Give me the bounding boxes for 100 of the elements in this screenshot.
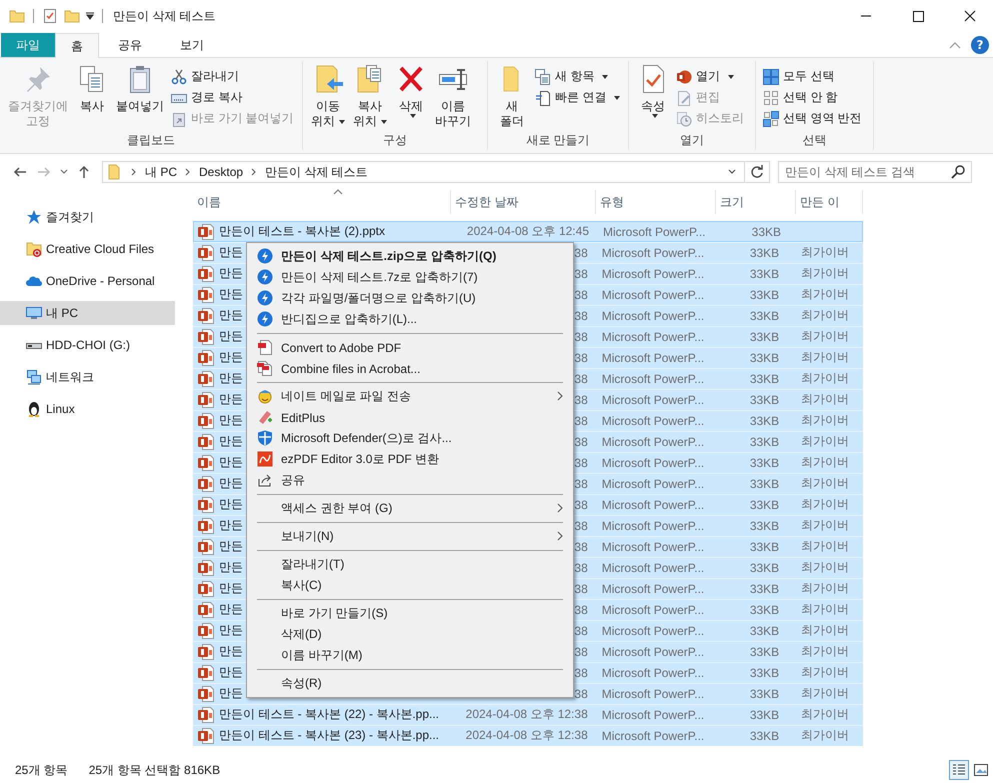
table-cell-text: Microsoft PowerP... bbox=[600, 434, 706, 448]
table-cell: 38 bbox=[574, 434, 588, 448]
file-name: 만든 bbox=[219, 286, 243, 303]
table-cell-text: 최가이버 bbox=[800, 517, 850, 534]
table-cell: 38 bbox=[574, 644, 588, 658]
table-cell-text: 최가이버 bbox=[800, 391, 850, 408]
table-cell: 38 bbox=[574, 330, 588, 344]
table-cell-text: Microsoft PowerP... bbox=[600, 392, 706, 406]
file-name: 만든 bbox=[219, 349, 243, 366]
table-cell-text: Microsoft PowerP... bbox=[600, 560, 706, 574]
table-cell-text: Microsoft PowerP... bbox=[600, 308, 706, 322]
table-cell-text: Microsoft PowerP... bbox=[600, 246, 706, 260]
file-name: 만든 bbox=[219, 454, 243, 471]
table-cell-text: Microsoft PowerP... bbox=[600, 476, 706, 490]
table-cell-text: 최가이버 bbox=[800, 580, 850, 597]
file-name: 만든 bbox=[219, 496, 243, 513]
table-cell-text: 33KB bbox=[748, 540, 780, 554]
table-cell-text: 최가이버 bbox=[800, 244, 850, 261]
table-cell-text: 최가이버 bbox=[800, 664, 850, 681]
table-cell-text: 최가이버 bbox=[800, 496, 850, 513]
table-cell: 2024-04-08 오후 12:38 bbox=[466, 706, 588, 723]
group-label: 클립보드 bbox=[126, 132, 176, 149]
file-name: 만든 bbox=[219, 517, 243, 534]
table-cell-text: 최가이버 bbox=[800, 307, 850, 324]
file-name: 만든 bbox=[219, 601, 243, 618]
table-cell-text: 최가이버 bbox=[800, 706, 850, 723]
table-cell-text: 33KB bbox=[748, 246, 780, 260]
table-cell: 38 bbox=[574, 624, 588, 638]
group-label: 열기 bbox=[679, 132, 705, 149]
table-cell-text: 33KB bbox=[748, 288, 780, 302]
table-cell-text: Microsoft PowerP... bbox=[600, 666, 706, 680]
table-cell: 38 bbox=[574, 350, 588, 364]
table-cell-text: Microsoft PowerP... bbox=[602, 224, 706, 238]
window-title: 만든이 삭제 테스트 bbox=[113, 8, 216, 24]
table-cell-text: 최가이버 bbox=[800, 349, 850, 366]
table-cell-text: 최가이버 bbox=[800, 433, 850, 450]
table-cell-text: 33KB bbox=[748, 350, 780, 364]
table-cell-text: Microsoft PowerP... bbox=[600, 350, 706, 364]
file-name: 만든 bbox=[219, 370, 243, 387]
file-name: 만든 bbox=[219, 643, 243, 660]
table-cell-text: 최가이버 bbox=[800, 475, 850, 492]
group-label: 구성 bbox=[382, 132, 408, 149]
table-cell: 38 bbox=[574, 498, 588, 512]
file-name: 만든 bbox=[219, 307, 243, 324]
table-cell-text: Microsoft PowerP... bbox=[600, 288, 706, 302]
table-cell-text: 최가이버 bbox=[800, 265, 850, 282]
table-cell-text: 최가이버 bbox=[800, 538, 850, 555]
table-cell-text: Microsoft PowerP... bbox=[600, 540, 706, 554]
table-cell: 38 bbox=[574, 518, 588, 532]
file-name: 만든이 테스트 - 복사본 (22) - 복사본.pp... bbox=[219, 706, 440, 723]
table-cell: 38 bbox=[574, 666, 588, 680]
table-cell-text: Microsoft PowerP... bbox=[600, 644, 706, 658]
table-cell-text: 33KB bbox=[748, 602, 780, 616]
table-cell-text: 33KB bbox=[748, 560, 780, 574]
table-cell-text: Microsoft PowerP... bbox=[600, 624, 706, 638]
table-cell-text: 최가이버 bbox=[800, 643, 850, 660]
file-name: 만든 bbox=[219, 538, 243, 555]
table-cell-text: Microsoft PowerP... bbox=[600, 372, 706, 386]
table-cell-text: Microsoft PowerP... bbox=[600, 728, 706, 742]
file-name: 만든 bbox=[219, 328, 243, 345]
file-name: 만든 bbox=[219, 433, 243, 450]
file-name: 만든 bbox=[219, 244, 243, 261]
table-cell-text: Microsoft PowerP... bbox=[600, 582, 706, 596]
table-cell-text: 최가이버 bbox=[800, 622, 850, 639]
table-cell-text: 33KB bbox=[748, 666, 780, 680]
table-cell-text: 33KB bbox=[748, 498, 780, 512]
table-cell: 38 bbox=[574, 476, 588, 490]
table-cell-text: 최가이버 bbox=[800, 454, 850, 471]
table-cell-text: 33KB bbox=[748, 330, 780, 344]
table-cell: 38 bbox=[574, 582, 588, 596]
table-cell: 38 bbox=[574, 602, 588, 616]
table-cell: 38 bbox=[574, 414, 588, 428]
group-label: 선택 bbox=[802, 132, 828, 149]
table-cell-text: 33KB bbox=[748, 728, 780, 742]
table-cell-text: 33KB bbox=[748, 518, 780, 532]
table-cell-text: 33KB bbox=[748, 644, 780, 658]
table-cell: 38 bbox=[574, 392, 588, 406]
file-name: 만든 bbox=[219, 559, 243, 576]
table-cell-text: 최가이버 bbox=[800, 727, 850, 744]
file-name: 만든 bbox=[219, 475, 243, 492]
file-name: 만든 bbox=[219, 664, 243, 681]
table-cell-text: 33KB bbox=[748, 686, 780, 700]
table-cell: 38 bbox=[574, 246, 588, 260]
table-cell-text: 33KB bbox=[748, 414, 780, 428]
table-cell-text: Microsoft PowerP... bbox=[600, 456, 706, 470]
table-cell: 38 bbox=[574, 540, 588, 554]
table-cell-text: 33KB bbox=[750, 224, 782, 238]
table-cell-text: 최가이버 bbox=[800, 559, 850, 576]
file-name: 만든 bbox=[219, 685, 243, 702]
file-name: 만든 bbox=[219, 412, 243, 429]
table-cell-text: 33KB bbox=[748, 392, 780, 406]
table-cell-text: Microsoft PowerP... bbox=[600, 266, 706, 280]
table-cell-text: Microsoft PowerP... bbox=[600, 602, 706, 616]
table-cell-text: 최가이버 bbox=[800, 685, 850, 702]
table-cell-text: Microsoft PowerP... bbox=[600, 330, 706, 344]
file-name: 만든 bbox=[219, 265, 243, 282]
file-name: 만든 bbox=[219, 391, 243, 408]
table-cell-text: 33KB bbox=[748, 434, 780, 448]
table-cell-text: Microsoft PowerP... bbox=[600, 414, 706, 428]
table-cell-text: 최가이버 bbox=[800, 601, 850, 618]
